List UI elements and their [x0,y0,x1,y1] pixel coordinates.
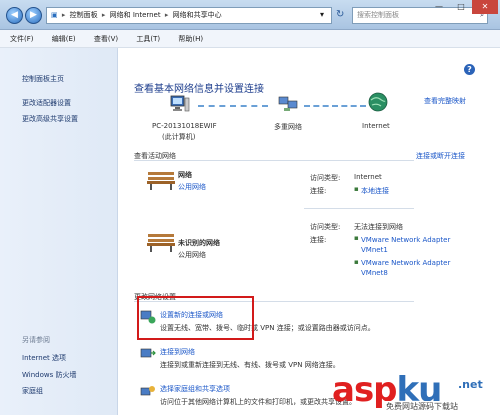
computer-sub: (此计算机) [162,133,196,141]
computer-name: PC-20131018EWIF [152,122,217,130]
vmnet8-link[interactable]: VMware Network Adapter VMnet8 [361,258,451,278]
sidebar-item-homegroup[interactable]: 家庭组 [22,386,43,396]
network-divider [304,208,414,209]
close-button[interactable]: ✕ [472,0,498,14]
adapter-icon: ▪ [354,258,359,266]
map-link-left [198,105,268,107]
menu-help[interactable]: 帮助(H) [178,35,203,43]
network1-connection-link[interactable]: 本地连接 [361,186,389,196]
watermark-net: .net [458,378,483,391]
network1-access-label: 访问类型: [310,174,341,182]
menu-file[interactable]: 文件(F) [10,35,34,43]
forward-button[interactable]: ▶ [25,7,42,24]
ethernet-icon: ▪ [354,185,359,193]
watermark-subtitle: 免费网站源码下载站 [384,401,460,412]
network1-type-link[interactable]: 公用网络 [178,182,206,192]
vmnet1-link[interactable]: VMware Network Adapter VMnet1 [361,235,451,255]
minimize-button[interactable]: — [428,0,450,14]
sidebar-item-internet-options[interactable]: Internet 选项 [22,353,66,363]
breadcrumb-network-sharing-center[interactable]: 网络和共享中心 [173,11,222,19]
menu-view[interactable]: 查看(V) [94,35,118,43]
see-also-heading: 另请参阅 [22,336,50,344]
homegroup-icon [140,386,155,396]
sidebar-item-advanced-sharing[interactable]: 更改高级共享设置 [22,114,78,124]
network2-access-value: 无法连接到网络 [354,223,403,231]
network2-access-label: 访问类型: [310,223,341,231]
menu-edit[interactable]: 编辑(E) [52,35,76,43]
sidebar-item-home[interactable]: 控制面板主页 [22,74,64,84]
computer-icon [170,95,190,112]
title-bar: ◀ ▶ ▣ ▸ 控制面板 ▸ 网络和 Internet ▸ 网络和共享中心 ▾ … [0,0,500,30]
network2-type: 公用网络 [178,251,206,259]
unidentified-network-bench-icon [147,234,175,252]
public-network-bench-icon [147,172,175,190]
sidebar: 控制面板主页 更改适配器设置 更改高级共享设置 另请参阅 Internet 选项… [0,48,118,415]
menu-tools[interactable]: 工具(T) [136,35,160,43]
internet-globe-icon [368,92,388,112]
network1-name: 网络 [178,171,192,179]
map-link-right [304,105,366,107]
internet-label: Internet [362,122,390,130]
connect-network-icon [140,348,156,358]
task-homegroup-desc: 访问位于其他网络计算机上的文件和打印机，或更改共享设置。 [160,398,356,406]
help-icon[interactable]: ? [464,64,475,75]
maximize-button[interactable]: □ [450,0,472,14]
page-title: 查看基本网络信息并设置连接 [134,84,264,95]
sidebar-item-adapter-settings[interactable]: 更改适配器设置 [22,98,71,108]
connect-disconnect-link[interactable]: 连接或断开连接 [416,151,465,161]
sidebar-item-firewall[interactable]: Windows 防火墙 [22,370,76,380]
search-placeholder: 搜索控制面板 [357,11,399,19]
task-homegroup-link[interactable]: 选择家庭组和共享选项 [160,384,230,394]
network2-connection-label: 连接: [310,236,327,244]
network-folder-icon: ▣ [51,11,58,19]
main-content: ? 查看基本网络信息并设置连接 查看完整映射 PC-20131018EWIF (… [118,48,500,415]
view-full-map-link[interactable]: 查看完整映射 [424,96,466,106]
multiple-networks-label: 多重网络 [274,123,302,131]
address-bar[interactable]: ▣ ▸ 控制面板 ▸ 网络和 Internet ▸ 网络和共享中心 [46,7,332,24]
task-connect-network-link[interactable]: 连接到网络 [160,347,195,357]
address-dropdown-icon[interactable]: ▾ [320,10,324,19]
breadcrumb-control-panel[interactable]: 控制面板 [70,11,98,19]
highlight-box [137,296,254,340]
task-connect-network-desc: 连接到或重新连接到无线、有线、拨号或 VPN 网络连接。 [160,361,340,369]
refresh-icon[interactable]: ↻ [336,9,344,20]
network1-access-value: Internet [354,173,382,181]
network1-connection-label: 连接: [310,187,327,195]
network2-name: 未识别的网络 [178,239,220,247]
breadcrumb-network-internet[interactable]: 网络和 Internet [110,11,161,19]
back-button[interactable]: ◀ [6,7,23,24]
menu-bar: 文件(F) 编辑(E) 查看(V) 工具(T) 帮助(H) [0,30,500,48]
multiple-networks-icon [278,96,298,111]
adapter-icon: ▪ [354,234,359,242]
section-divider [134,160,414,161]
